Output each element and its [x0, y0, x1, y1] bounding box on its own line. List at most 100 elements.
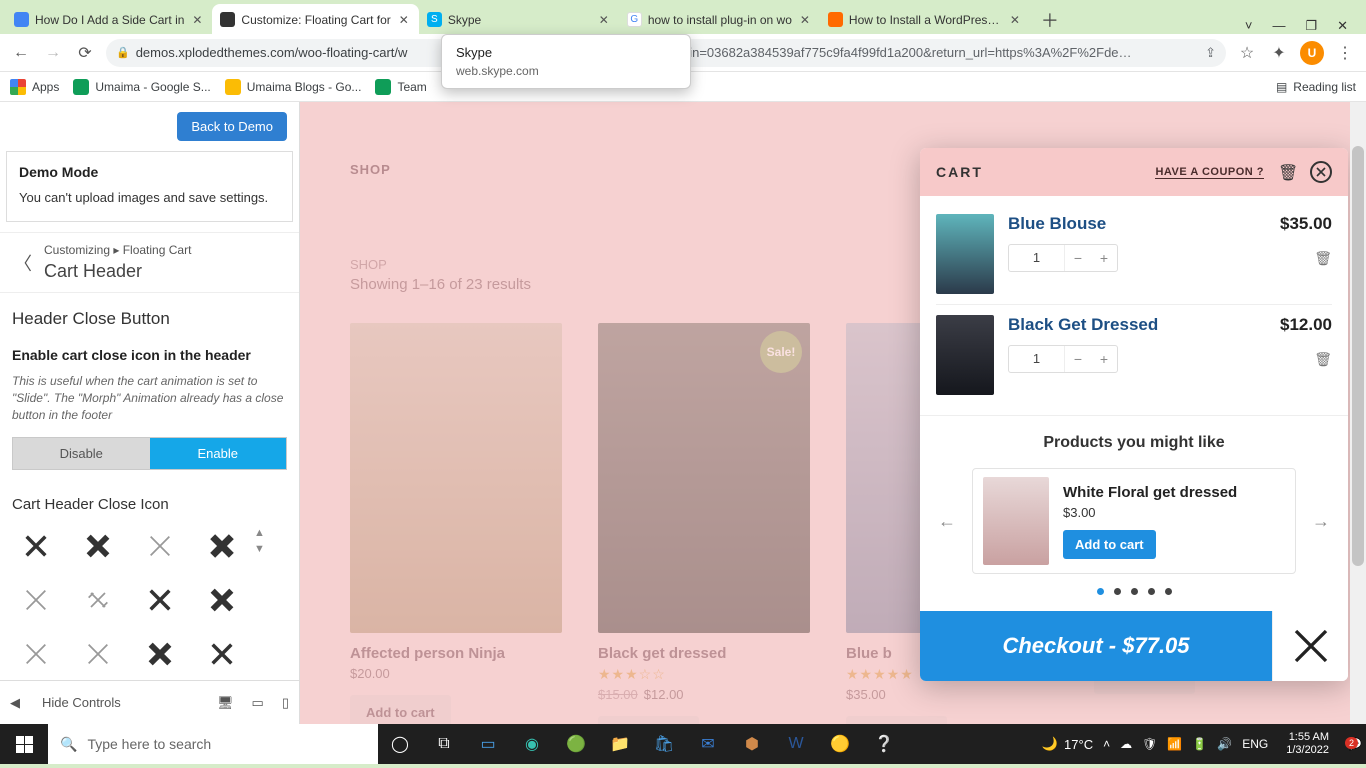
qty-value[interactable]: 1	[1009, 245, 1065, 271]
close-icon[interactable]: ✕	[397, 13, 411, 27]
qty-value[interactable]: 1	[1009, 346, 1065, 372]
help-icon[interactable]: ❔	[862, 724, 906, 764]
language-indicator[interactable]: ENG	[1242, 737, 1268, 751]
add-to-cart-button[interactable]: Add to cart	[598, 716, 699, 724]
add-to-cart-button[interactable]: Add to cart	[350, 695, 451, 724]
close-icon-choice[interactable]	[198, 527, 246, 565]
carousel-dots[interactable]	[936, 588, 1332, 595]
trash-icon[interactable]: 🗑	[1278, 163, 1296, 181]
window-maximize-icon[interactable]: ❐	[1305, 18, 1317, 34]
suggest-card[interactable]: White Floral get dressed $3.00 Add to ca…	[972, 468, 1296, 574]
security-icon[interactable]: 🛡	[1142, 737, 1157, 751]
close-icon-choice[interactable]	[198, 635, 246, 673]
add-to-cart-button[interactable]: Add to cart	[846, 716, 947, 724]
nav-reload-icon[interactable]: ⟳	[74, 42, 96, 64]
network-icon[interactable]: 📶	[1167, 737, 1182, 751]
close-icon-choice[interactable]	[136, 635, 184, 673]
qty-stepper[interactable]: 1 − +	[1008, 244, 1118, 272]
coupon-link[interactable]: HAVE A COUPON ?	[1155, 166, 1264, 179]
close-icon-choice[interactable]	[198, 581, 246, 619]
carousel-next-icon[interactable]: →	[1310, 511, 1332, 532]
kebab-menu-icon[interactable]: ⋮	[1334, 42, 1356, 64]
store-icon[interactable]: 🛍	[642, 724, 686, 764]
task-view-icon[interactable]: ⧉	[422, 724, 466, 764]
cart-footer-close-icon[interactable]	[1272, 611, 1348, 681]
close-icon-choice[interactable]	[74, 527, 122, 565]
enable-toggle[interactable]: Disable Enable	[12, 437, 287, 470]
close-icon[interactable]: ✕	[597, 13, 611, 27]
taskbar-clock[interactable]: 1:55 AM 1/3/2022	[1278, 731, 1337, 756]
weather-widget[interactable]: 🌙17°C	[1042, 736, 1093, 752]
device-desktop-icon[interactable]: 🖥	[217, 695, 234, 711]
chrome-running-icon[interactable]: 🟡	[818, 724, 862, 764]
window-minimize-icon[interactable]: —	[1272, 18, 1285, 34]
app-icon[interactable]: ⬢	[730, 724, 774, 764]
chrome-menu-caret-icon[interactable]: ˅	[1245, 18, 1253, 34]
checkout-button[interactable]: Checkout - $77.05	[920, 611, 1272, 681]
qty-plus-icon[interactable]: +	[1091, 245, 1117, 271]
collapse-icon[interactable]: ◀	[10, 695, 20, 711]
close-icon-choice[interactable]	[12, 635, 60, 673]
reading-list-button[interactable]: ▤Reading list	[1276, 80, 1356, 94]
tray-chevron-icon[interactable]: ˄	[1103, 737, 1110, 751]
start-button[interactable]	[0, 724, 48, 764]
word-icon[interactable]: W	[774, 724, 818, 764]
close-icon-choice[interactable]	[74, 635, 122, 673]
new-tab-button[interactable]: ＋	[1036, 6, 1064, 34]
edge-icon[interactable]: ◉	[510, 724, 554, 764]
profile-avatar[interactable]: U	[1300, 41, 1324, 65]
close-icon-choice[interactable]	[12, 581, 60, 619]
tab-2[interactable]: S Skype ✕	[419, 4, 619, 34]
bookmark-item[interactable]: Umaima Blogs - Go...	[225, 79, 362, 95]
remove-item-icon[interactable]: 🗑	[1314, 351, 1332, 368]
device-tablet-icon[interactable]: ▭	[252, 695, 264, 711]
toggle-enable[interactable]: Enable	[150, 438, 287, 469]
bookmark-star-icon[interactable]: ☆	[1236, 42, 1258, 64]
qty-plus-icon[interactable]: +	[1091, 346, 1117, 372]
close-icon[interactable]: ✕	[798, 13, 812, 27]
qty-minus-icon[interactable]: −	[1065, 245, 1091, 271]
share-icon[interactable]: ⇪	[1205, 45, 1216, 61]
apps-button[interactable]: Apps	[10, 79, 59, 95]
product-card[interactable]: Sale! Black get dressed ★★★☆☆ $15.00$12.…	[598, 323, 810, 724]
suggest-add-button[interactable]: Add to cart	[1063, 530, 1156, 559]
carousel-prev-icon[interactable]: ←	[936, 511, 958, 532]
close-icon[interactable]: ✕	[190, 13, 204, 27]
item-name[interactable]: Blue Blouse	[1008, 214, 1106, 234]
tab-4[interactable]: How to Install a WordPress P ✕	[820, 4, 1030, 34]
explorer-icon[interactable]: 📁	[598, 724, 642, 764]
qty-minus-icon[interactable]: −	[1065, 346, 1091, 372]
close-icon-choice[interactable]	[12, 527, 60, 565]
bookmark-item[interactable]: Team	[375, 79, 426, 95]
scroll-down-icon[interactable]: ▼	[254, 543, 265, 555]
app-icon[interactable]: ▭	[466, 724, 510, 764]
notifications-icon[interactable]: 💬	[1347, 737, 1362, 751]
cart-close-icon[interactable]	[1310, 161, 1332, 183]
tab-3[interactable]: G how to install plug-in on wo ✕	[619, 4, 820, 34]
toggle-disable[interactable]: Disable	[13, 438, 150, 469]
bookmark-item[interactable]: Umaima - Google S...	[73, 79, 210, 95]
breadcrumb-back-icon[interactable]: 〈	[14, 250, 32, 276]
chrome-icon[interactable]: 🟢	[554, 724, 598, 764]
device-mobile-icon[interactable]: ▯	[282, 695, 289, 711]
qty-stepper[interactable]: 1 − +	[1008, 345, 1118, 373]
scroll-up-icon[interactable]: ▲	[254, 527, 265, 539]
close-icon-choice[interactable]	[136, 527, 184, 565]
close-icon-choice[interactable]	[136, 581, 184, 619]
window-close-icon[interactable]: ✕	[1337, 18, 1348, 34]
remove-item-icon[interactable]: 🗑	[1314, 250, 1332, 267]
tab-0[interactable]: How Do I Add a Side Cart in ✕	[6, 4, 212, 34]
close-icon[interactable]: ✕	[1008, 13, 1022, 27]
extensions-icon[interactable]: ✦	[1268, 42, 1290, 64]
taskbar-search[interactable]: 🔍 Type here to search	[48, 724, 378, 764]
product-card[interactable]: Affected person Ninja $20.00 Add to cart	[350, 323, 562, 724]
close-icon-choice[interactable]	[74, 581, 122, 619]
nav-back-icon[interactable]: ←	[10, 42, 32, 64]
battery-icon[interactable]: 🔋	[1192, 737, 1207, 751]
preview-scrollbar[interactable]	[1350, 102, 1366, 724]
volume-icon[interactable]: 🔊	[1217, 737, 1232, 751]
hide-controls-button[interactable]: Hide Controls	[42, 695, 121, 710]
back-to-demo-button[interactable]: Back to Demo	[177, 112, 287, 141]
item-name[interactable]: Black Get Dressed	[1008, 315, 1158, 335]
onedrive-icon[interactable]: ☁	[1120, 737, 1132, 751]
